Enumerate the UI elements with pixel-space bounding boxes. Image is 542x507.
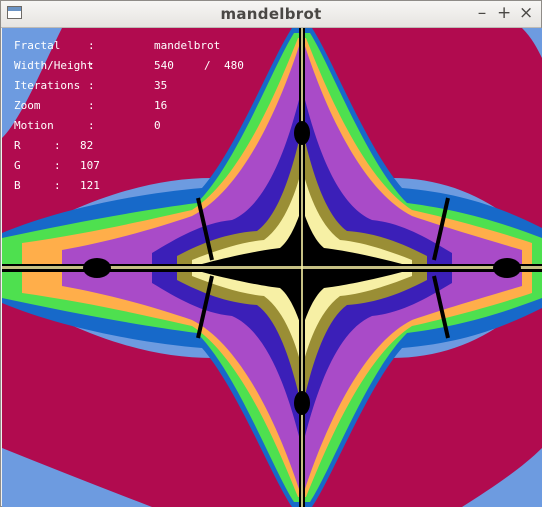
- window-controls: – + ×: [475, 3, 534, 23]
- b-value: 121: [80, 179, 100, 192]
- filament-v-highlight: [301, 28, 303, 507]
- info-zoom: Zoom:16: [14, 99, 168, 112]
- info-overlay: Fractal: mandelbrot Width/Height: 540/480 …: [14, 36, 244, 196]
- info-fractal: Fractal: mandelbrot: [14, 39, 221, 52]
- r-value: 82: [80, 139, 94, 152]
- close-button[interactable]: ×: [519, 3, 533, 23]
- info-g: G:107: [14, 159, 100, 172]
- app-window: mandelbrot – + × Fractal: mandelbrot Wi…: [0, 0, 542, 507]
- info-iterations: Iterations:35: [14, 79, 168, 92]
- info-motion: Motion:0: [14, 119, 161, 132]
- mini-bulb-top: [294, 121, 310, 145]
- filament-h-highlight: [2, 266, 542, 269]
- minimize-button[interactable]: –: [475, 3, 489, 23]
- g-value: 107: [80, 159, 100, 172]
- fractal-canvas[interactable]: Fractal: mandelbrot Width/Height: 540/480 …: [2, 28, 542, 507]
- width-value: 540: [154, 59, 174, 72]
- zoom-value: 16: [154, 99, 168, 112]
- maximize-button[interactable]: +: [497, 3, 511, 23]
- mini-bulb-right: [493, 258, 521, 278]
- window-title: mandelbrot: [220, 5, 322, 23]
- title-bar[interactable]: mandelbrot – + ×: [1, 1, 541, 28]
- mini-bulb-bottom: [294, 391, 310, 415]
- height-value: 480: [224, 59, 244, 72]
- info-r: R:82: [14, 139, 94, 152]
- iterations-value: 35: [154, 79, 168, 92]
- mini-bulb-left: [83, 258, 111, 278]
- info-size: Width/Height: 540/480: [14, 56, 244, 76]
- motion-value: 0: [154, 119, 161, 132]
- fractal-value: mandelbrot: [154, 39, 221, 52]
- info-b: B:121: [14, 179, 100, 192]
